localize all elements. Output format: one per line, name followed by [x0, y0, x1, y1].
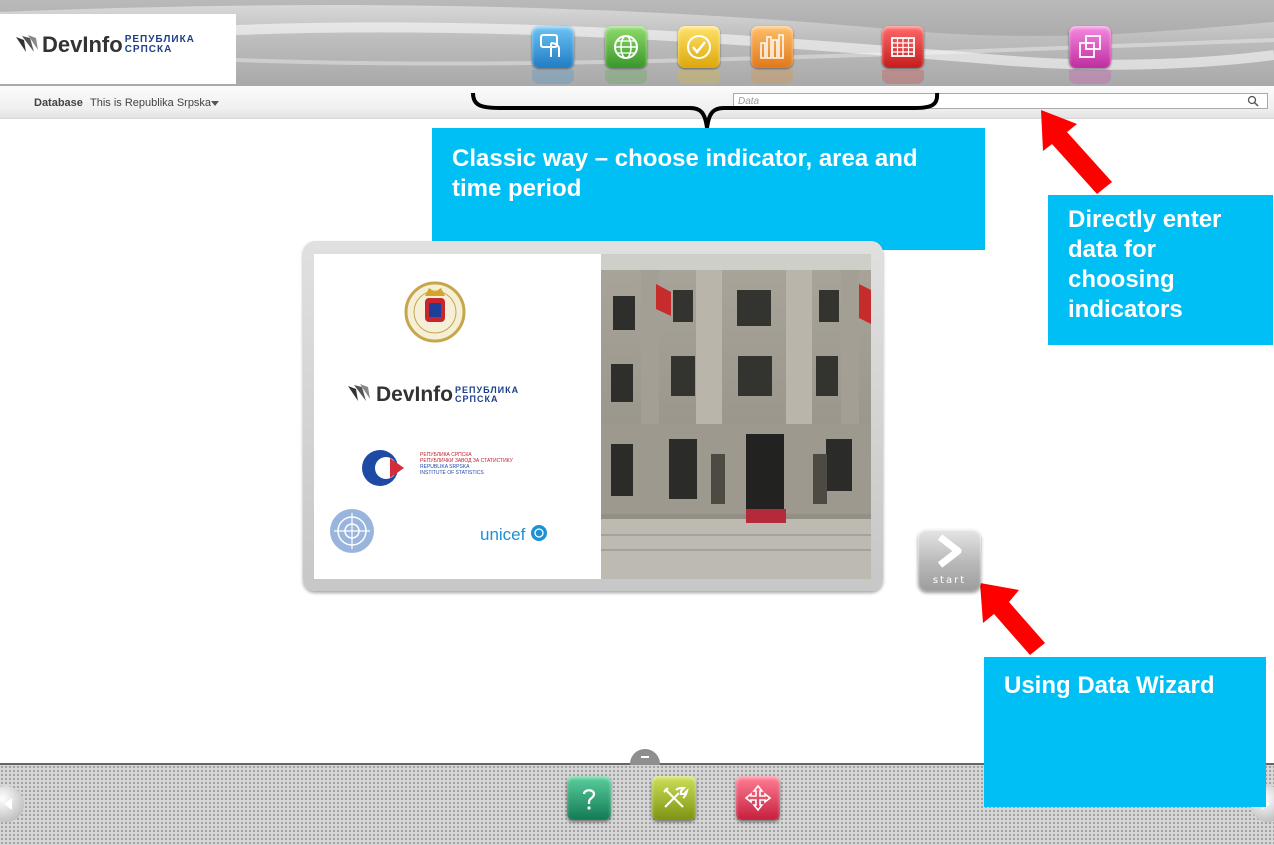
chevron-left-icon — [4, 798, 12, 810]
coat-of-arms-icon — [404, 281, 466, 343]
institute-text: РЕПУБЛИКА СРПСКА РЕПУБЛИЧКИ ЗАВОД ЗА СТА… — [420, 452, 540, 476]
tools-icon[interactable] — [652, 776, 696, 820]
government-building-photo — [601, 254, 871, 579]
panel-devinfo-logo: DevInfo РЕПУБЛИКА СРПСКА — [346, 383, 519, 407]
search-icon[interactable] — [1247, 95, 1259, 107]
start-label: start — [932, 575, 967, 586]
start-wizard-button[interactable]: start — [918, 529, 981, 591]
chevron-down-icon[interactable] — [211, 101, 219, 106]
unicef-emblem-icon — [531, 525, 548, 541]
arrow-to-search-icon — [1041, 110, 1112, 194]
building-photo-image — [601, 254, 871, 579]
logo-wordmark: DevInfo — [42, 32, 123, 57]
callout-data-wizard: Using Data Wizard — [984, 657, 1266, 807]
logo-cyrillic: РЕПУБЛИКА СРПСКА — [125, 35, 195, 55]
scroll-left-button[interactable] — [0, 786, 24, 822]
unicef-logo: unicef — [480, 524, 548, 545]
panel-emblems — [330, 281, 466, 553]
institute-line: INSTITUTE OF STATISTICS — [420, 470, 484, 476]
panel-logo-cyrillic: РЕПУБЛИКА СРПСКА — [455, 386, 519, 404]
help-icon[interactable] — [567, 776, 611, 820]
devinfo-logo[interactable]: DevInfo РЕПУБЛИКА СРПСКА — [14, 32, 195, 58]
header: DevInfo РЕПУБЛИКА СРПСКА — [0, 0, 1274, 86]
minus-icon — [641, 756, 649, 758]
callout-classic-way: Classic way – choose indicator, area and… — [432, 128, 985, 250]
collapse-toolbar-button[interactable] — [630, 749, 660, 765]
checkmark-time-icon[interactable] — [678, 26, 720, 84]
gallery-icon[interactable] — [1069, 26, 1111, 84]
arrow-to-start-icon — [980, 583, 1045, 655]
logo-cyrillic-line2: СРПСКА — [124, 44, 173, 55]
united-nations-emblem-icon — [330, 509, 374, 553]
database-selector[interactable]: This is Republika Srpska — [90, 97, 211, 109]
search-input[interactable] — [736, 94, 1238, 108]
callout-direct-search: Directly enter data for choosing indicat… — [1048, 195, 1273, 345]
table-grid-icon[interactable] — [882, 26, 924, 84]
institute-logo-icon — [362, 450, 404, 486]
devinfo-logo-mark-icon — [16, 35, 38, 52]
search-box — [733, 93, 1268, 109]
devinfo-logo-mark-icon — [348, 384, 370, 401]
indicator-icon[interactable] — [532, 26, 574, 84]
database-label: Database — [34, 97, 83, 109]
unicef-wordmark: unicef — [480, 525, 526, 544]
expand-icon[interactable] — [736, 776, 780, 820]
chevron-right-icon — [937, 534, 962, 568]
panel-logo-cyrillic-line2: СРПСКА — [455, 394, 499, 404]
panel-logos — [314, 254, 601, 579]
panel-logo-wordmark: DevInfo — [376, 383, 454, 406]
bar-chart-icon[interactable] — [751, 26, 793, 84]
globe-area-icon[interactable] — [605, 26, 647, 84]
